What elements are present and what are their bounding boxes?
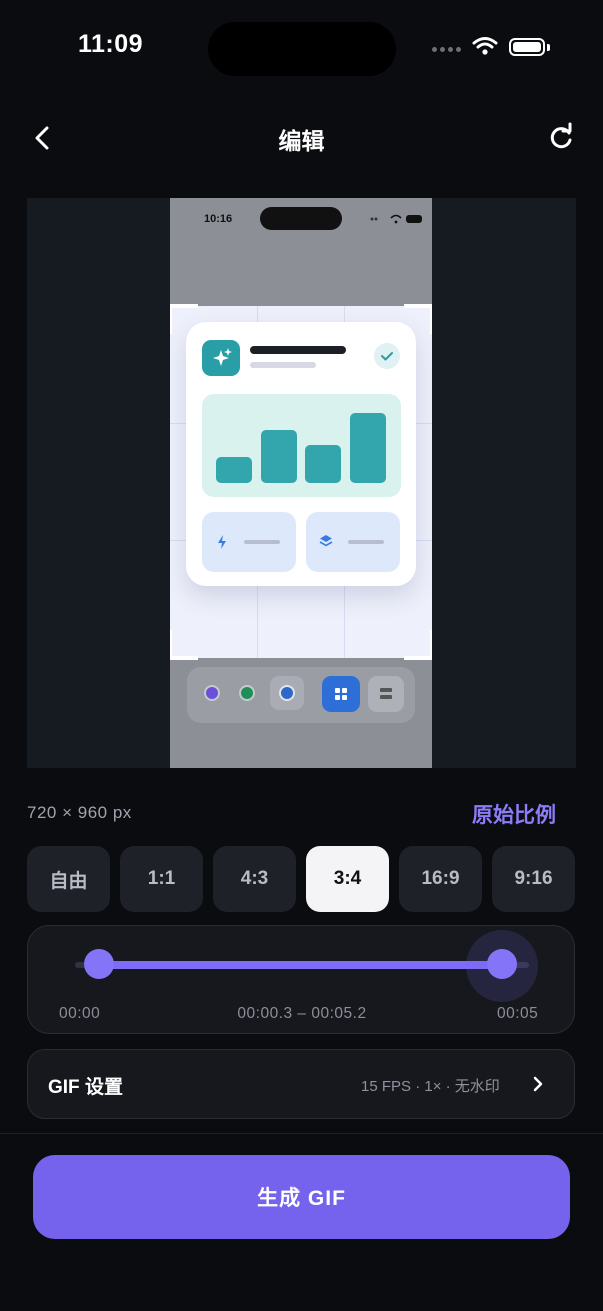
wifi-icon	[472, 36, 498, 61]
grid-icon	[322, 676, 360, 712]
lightning-icon	[218, 535, 226, 549]
gif-settings-row[interactable]: GIF 设置 15 FPS · 1× · 无水印	[27, 1049, 575, 1119]
generate-gif-button[interactable]: 生成 GIF	[33, 1155, 570, 1239]
battery-icon	[509, 38, 545, 56]
ratio-4-3[interactable]: 4:3	[213, 846, 296, 912]
reset-button[interactable]	[541, 118, 581, 158]
trim-end-handle[interactable]	[487, 949, 517, 979]
refresh-icon	[550, 122, 572, 149]
dynamic-island	[208, 22, 396, 76]
ratio-1-1[interactable]: 1:1	[120, 846, 203, 912]
output-size: 720 × 960 px	[27, 803, 132, 822]
card-title-line	[250, 346, 346, 354]
status-time: 11:09	[78, 30, 144, 58]
screenshot-dock	[187, 667, 415, 723]
trim-timeline: 00:00 00:00.3 – 00:05.2 00:05	[27, 925, 575, 1034]
aspect-ratio-selector: 自由 1:1 4:3 3:4 16:9 9:16	[27, 846, 575, 912]
timeline-range: 00:00.3 – 00:05.2	[237, 1005, 367, 1022]
gif-settings-title: GIF 设置	[48, 1077, 123, 1098]
crop-preview: 10:16	[27, 198, 576, 768]
timeline-end-time: 00:05	[497, 1005, 539, 1022]
ratio-16-9[interactable]: 16:9	[399, 846, 482, 912]
screenshot-island	[260, 207, 342, 230]
ratio-3-4[interactable]: 3:4	[306, 846, 389, 912]
card-tile-energy	[202, 512, 296, 572]
sparkle-icon	[202, 340, 240, 376]
list-icon	[368, 676, 404, 712]
gif-settings-summary: 15 FPS · 1× · 无水印	[361, 1078, 500, 1095]
signal-icon	[432, 47, 461, 52]
crop-handle-bottom-left[interactable]	[170, 630, 198, 660]
ratio-free[interactable]: 自由	[27, 846, 110, 912]
crop-handle-top-left[interactable]	[170, 304, 198, 334]
screenshot-status-icons	[370, 214, 422, 224]
screenshot-status-time: 10:16	[204, 213, 233, 225]
crop-handle-top-right[interactable]	[404, 304, 432, 334]
card-subtitle-line	[250, 362, 316, 368]
layers-icon	[319, 535, 333, 547]
ratio-9-16[interactable]: 9:16	[492, 846, 575, 912]
page-title: 编辑	[278, 128, 325, 154]
original-ratio-button[interactable]: 原始比例	[472, 799, 556, 829]
crop-handle-bottom-right[interactable]	[404, 630, 432, 660]
divider	[0, 1133, 603, 1134]
mini-bar	[305, 445, 341, 483]
card-tile-layers	[306, 512, 400, 572]
card-mini-chart	[202, 394, 401, 497]
trim-start-handle[interactable]	[84, 949, 114, 979]
timeline-selected-range	[98, 961, 503, 969]
crop-area[interactable]	[170, 304, 432, 660]
mini-bar	[350, 413, 386, 483]
preview-card	[186, 322, 416, 586]
mini-bar	[216, 457, 252, 483]
battery-cap	[547, 44, 550, 51]
check-icon	[374, 343, 400, 369]
source-screenshot: 10:16	[170, 198, 432, 768]
chevron-right-icon	[530, 1074, 546, 1099]
mini-bar	[261, 430, 297, 483]
